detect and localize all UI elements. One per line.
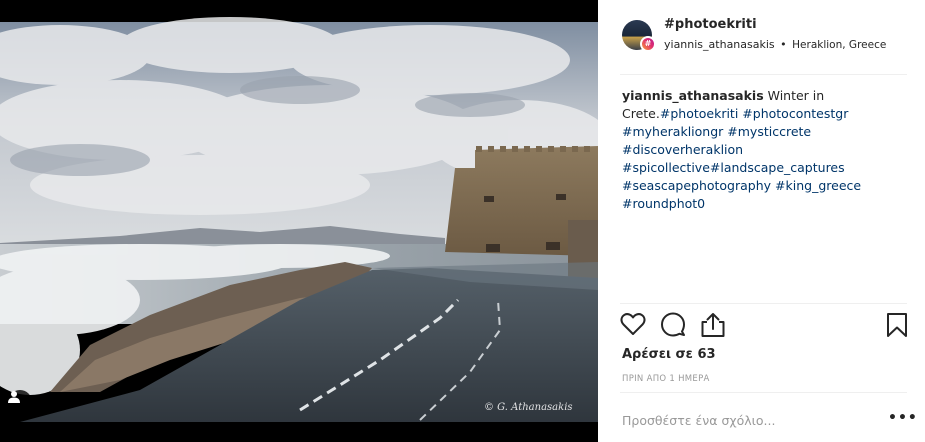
caption-hashtag[interactable]: #spicollective [622, 160, 710, 175]
share-button[interactable] [700, 312, 728, 340]
user-tag-button[interactable] [8, 390, 32, 414]
photo-image [0, 0, 598, 442]
post-photo[interactable]: © G. Athanasakis [0, 0, 598, 442]
caption-hashtag[interactable]: #photocontestgr [742, 106, 848, 121]
caption-hashtag[interactable]: #discoverheraklion [622, 142, 743, 157]
caption-hashtag[interactable]: #photoekriti [660, 106, 738, 121]
user-tag-icon [8, 391, 20, 403]
post-actions [620, 312, 910, 342]
photo-watermark: © G. Athanasakis [484, 402, 573, 413]
caption-hashtag[interactable]: #landscape_captures [710, 160, 845, 175]
separator-dot: • [780, 38, 787, 51]
caption-hashtag[interactable]: #seascapephotography [622, 178, 771, 193]
bookmark-icon [887, 313, 907, 337]
header-divider [620, 74, 907, 75]
username-link[interactable]: yiannis_athanasakis [664, 38, 775, 51]
location-link[interactable]: Heraklion, Greece [792, 39, 886, 51]
post-caption: yiannis_athanasakis Winter in Crete.#pho… [622, 87, 912, 213]
caption-hashtag[interactable]: #king_greece [775, 178, 861, 193]
post-timestamp[interactable]: ΠΡΙΝ ΑΠΟ 1 ΗΜΕΡΑ [622, 374, 710, 384]
heart-icon [620, 313, 646, 335]
share-icon [701, 313, 725, 337]
comment-icon [661, 312, 685, 337]
post-details-panel: # #photoekriti yiannis_athanasakis • Her… [598, 0, 925, 442]
like-button[interactable] [620, 312, 648, 340]
comment-button[interactable] [660, 312, 688, 340]
post-subheader: yiannis_athanasakis • Heraklion, Greece [664, 38, 886, 51]
comment-input[interactable] [622, 410, 872, 430]
post-hashtag-title[interactable]: #photoekriti [664, 17, 757, 32]
likes-count[interactable]: Αρέσει σε 63 [622, 347, 716, 362]
comment-divider [620, 392, 907, 393]
caption-hashtag[interactable]: #mysticcrete [727, 124, 811, 139]
post-header: # #photoekriti yiannis_athanasakis • Her… [598, 0, 925, 74]
caption-hashtag[interactable]: #roundphot0 [622, 196, 705, 211]
caption-username[interactable]: yiannis_athanasakis [622, 88, 764, 103]
hashtag-badge-icon: # [640, 36, 656, 52]
more-options-button[interactable]: ••• [888, 410, 917, 430]
save-button[interactable] [886, 312, 914, 340]
actions-divider [620, 303, 907, 304]
caption-hashtag[interactable]: #myherakliongr [622, 124, 723, 139]
